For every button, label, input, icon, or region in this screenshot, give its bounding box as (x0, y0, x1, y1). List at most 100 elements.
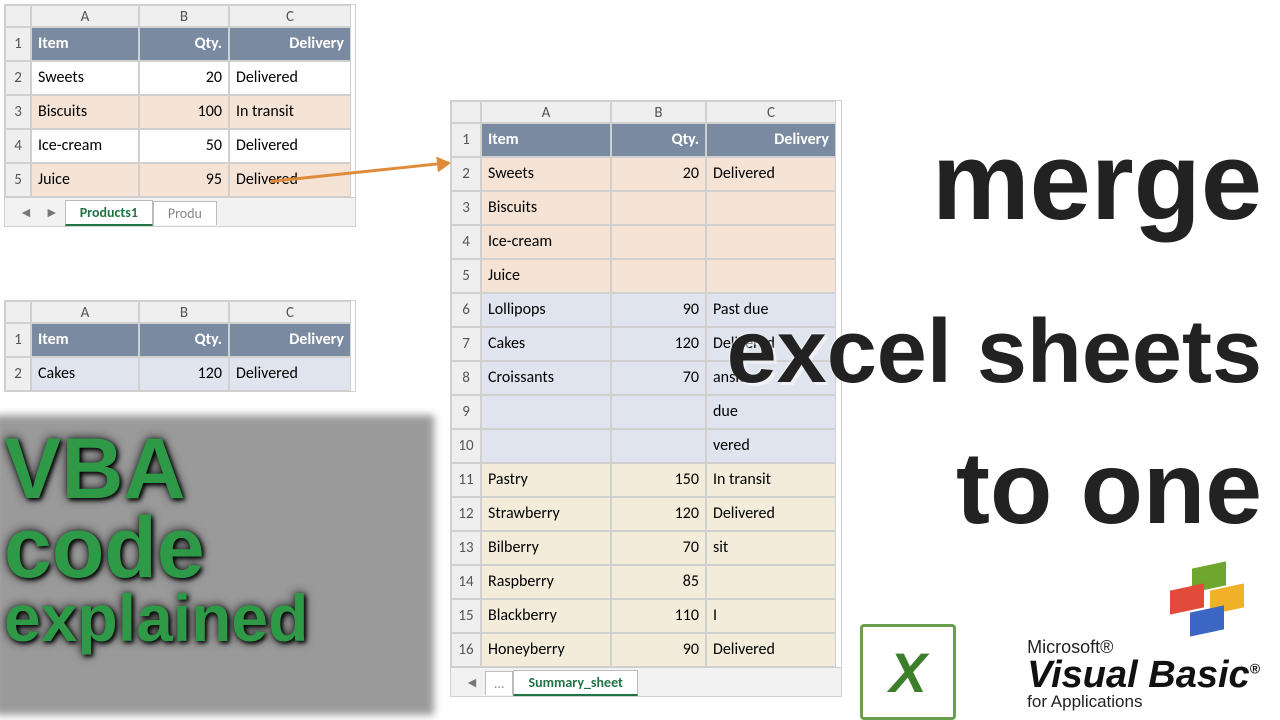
tab-products1[interactable]: Products1 (65, 200, 153, 226)
row-num: 5 (451, 259, 481, 293)
cell-item[interactable]: Bilberry (481, 531, 611, 565)
cell-qty[interactable] (611, 429, 706, 463)
cell-delivery[interactable]: I (706, 599, 836, 633)
tab-bar: ◄ ... Summary_sheet (451, 667, 841, 696)
cell-item[interactable]: Sweets (31, 61, 139, 95)
cell-qty[interactable]: 110 (611, 599, 706, 633)
row-num: 8 (451, 361, 481, 395)
cell-delivery[interactable] (706, 259, 836, 293)
cell-qty[interactable]: 90 (611, 293, 706, 327)
cell-delivery[interactable]: Delivered (229, 129, 351, 163)
cell-delivery[interactable] (706, 565, 836, 599)
cell-qty[interactable] (611, 395, 706, 429)
cell-qty[interactable]: 20 (611, 157, 706, 191)
cell-qty[interactable]: 120 (611, 327, 706, 361)
cell-delivery[interactable]: Delivered (706, 157, 836, 191)
row-num: 4 (5, 129, 31, 163)
tab-ellipsis[interactable]: ... (485, 671, 514, 695)
col-b: B (611, 101, 706, 123)
row-num: 2 (5, 357, 31, 391)
cell-qty[interactable]: 70 (611, 531, 706, 565)
cell-item[interactable]: Croissants (481, 361, 611, 395)
cell-item[interactable]: Lollipops (481, 293, 611, 327)
row-num: 1 (5, 27, 31, 61)
cell-item[interactable]: Ice-cream (481, 225, 611, 259)
cell-item[interactable]: Sweets (481, 157, 611, 191)
visual-basic-logo: Microsoft® Visual Basic® for Application… (1027, 637, 1260, 712)
cell-item[interactable]: Raspberry (481, 565, 611, 599)
title-excel-sheets: excel sheets (727, 310, 1262, 396)
cell-qty[interactable]: 50 (139, 129, 229, 163)
row-num: 2 (451, 157, 481, 191)
cell-qty[interactable] (611, 225, 706, 259)
excel-logo-icon: X (860, 624, 950, 714)
col-a: A (31, 301, 139, 323)
cell-qty[interactable]: 70 (611, 361, 706, 395)
cell-item[interactable] (481, 429, 611, 463)
row-num: 3 (5, 95, 31, 129)
col-c: C (229, 301, 351, 323)
title-vba: VBA (4, 430, 308, 509)
title-vba-block: VBA code explained (4, 430, 308, 649)
cell-qty[interactable]: 90 (611, 633, 706, 667)
cell-delivery[interactable]: Delivered (706, 633, 836, 667)
row-num: 11 (451, 463, 481, 497)
cell-qty[interactable]: 150 (611, 463, 706, 497)
cell-delivery[interactable]: vered (706, 429, 836, 463)
row-num: 5 (5, 163, 31, 197)
cell-delivery[interactable]: In transit (229, 95, 351, 129)
sheet-products2: A B C 1 Item Qty. Delivery 2 Cakes 120 D… (4, 300, 356, 392)
header-delivery: Delivery (229, 27, 351, 61)
col-a: A (481, 101, 611, 123)
cell-delivery[interactable]: sit (706, 531, 836, 565)
row-num: 16 (451, 633, 481, 667)
header-item: Item (31, 27, 139, 61)
header-item: Item (31, 323, 139, 357)
row-num: 6 (451, 293, 481, 327)
cell-item[interactable]: Strawberry (481, 497, 611, 531)
cell-item[interactable]: Juice (481, 259, 611, 293)
cell-qty[interactable] (611, 191, 706, 225)
row-num: 1 (5, 323, 31, 357)
cell-qty[interactable]: 100 (139, 95, 229, 129)
cell-item[interactable]: Biscuits (31, 95, 139, 129)
logo-vb: Visual Basic (1027, 654, 1250, 696)
row-num: 15 (451, 599, 481, 633)
row-num: 4 (451, 225, 481, 259)
cell-item[interactable]: Juice (31, 163, 139, 197)
cell-delivery[interactable]: Delivered (229, 61, 351, 95)
tab-nav-prev-icon[interactable]: ◄ (19, 204, 33, 221)
row-num: 3 (451, 191, 481, 225)
tab-nav-next-icon[interactable]: ► (45, 204, 59, 221)
cell-item[interactable]: Cakes (31, 357, 139, 391)
cell-delivery[interactable]: Delivered (706, 497, 836, 531)
tab-summary[interactable]: Summary_sheet (513, 670, 637, 696)
row-num: 12 (451, 497, 481, 531)
cell-item[interactable]: Cakes (481, 327, 611, 361)
cell-item[interactable] (481, 395, 611, 429)
cell-delivery[interactable]: In transit (706, 463, 836, 497)
cell-qty[interactable]: 120 (611, 497, 706, 531)
cell-delivery[interactable] (706, 191, 836, 225)
cell-delivery[interactable] (706, 225, 836, 259)
row-num: 2 (5, 61, 31, 95)
cell-item[interactable]: Honeyberry (481, 633, 611, 667)
cell-item[interactable]: Biscuits (481, 191, 611, 225)
cell-item[interactable]: Ice-cream (31, 129, 139, 163)
cell-item[interactable]: Pastry (481, 463, 611, 497)
cell-qty[interactable]: 120 (139, 357, 229, 391)
cell-qty[interactable]: 20 (139, 61, 229, 95)
cell-delivery[interactable]: Delivered (229, 357, 351, 391)
cell-item[interactable]: Blackberry (481, 599, 611, 633)
tab-products-other[interactable]: Produ (153, 201, 217, 225)
tab-nav-prev-icon[interactable]: ◄ (465, 674, 479, 691)
cell-qty[interactable]: 95 (139, 163, 229, 197)
col-b: B (139, 5, 229, 27)
cell-qty[interactable]: 85 (611, 565, 706, 599)
row-num: 1 (451, 123, 481, 157)
row-num: 10 (451, 429, 481, 463)
row-num: 13 (451, 531, 481, 565)
title-merge: merge (932, 130, 1262, 235)
header-qty: Qty. (139, 27, 229, 61)
cell-qty[interactable] (611, 259, 706, 293)
